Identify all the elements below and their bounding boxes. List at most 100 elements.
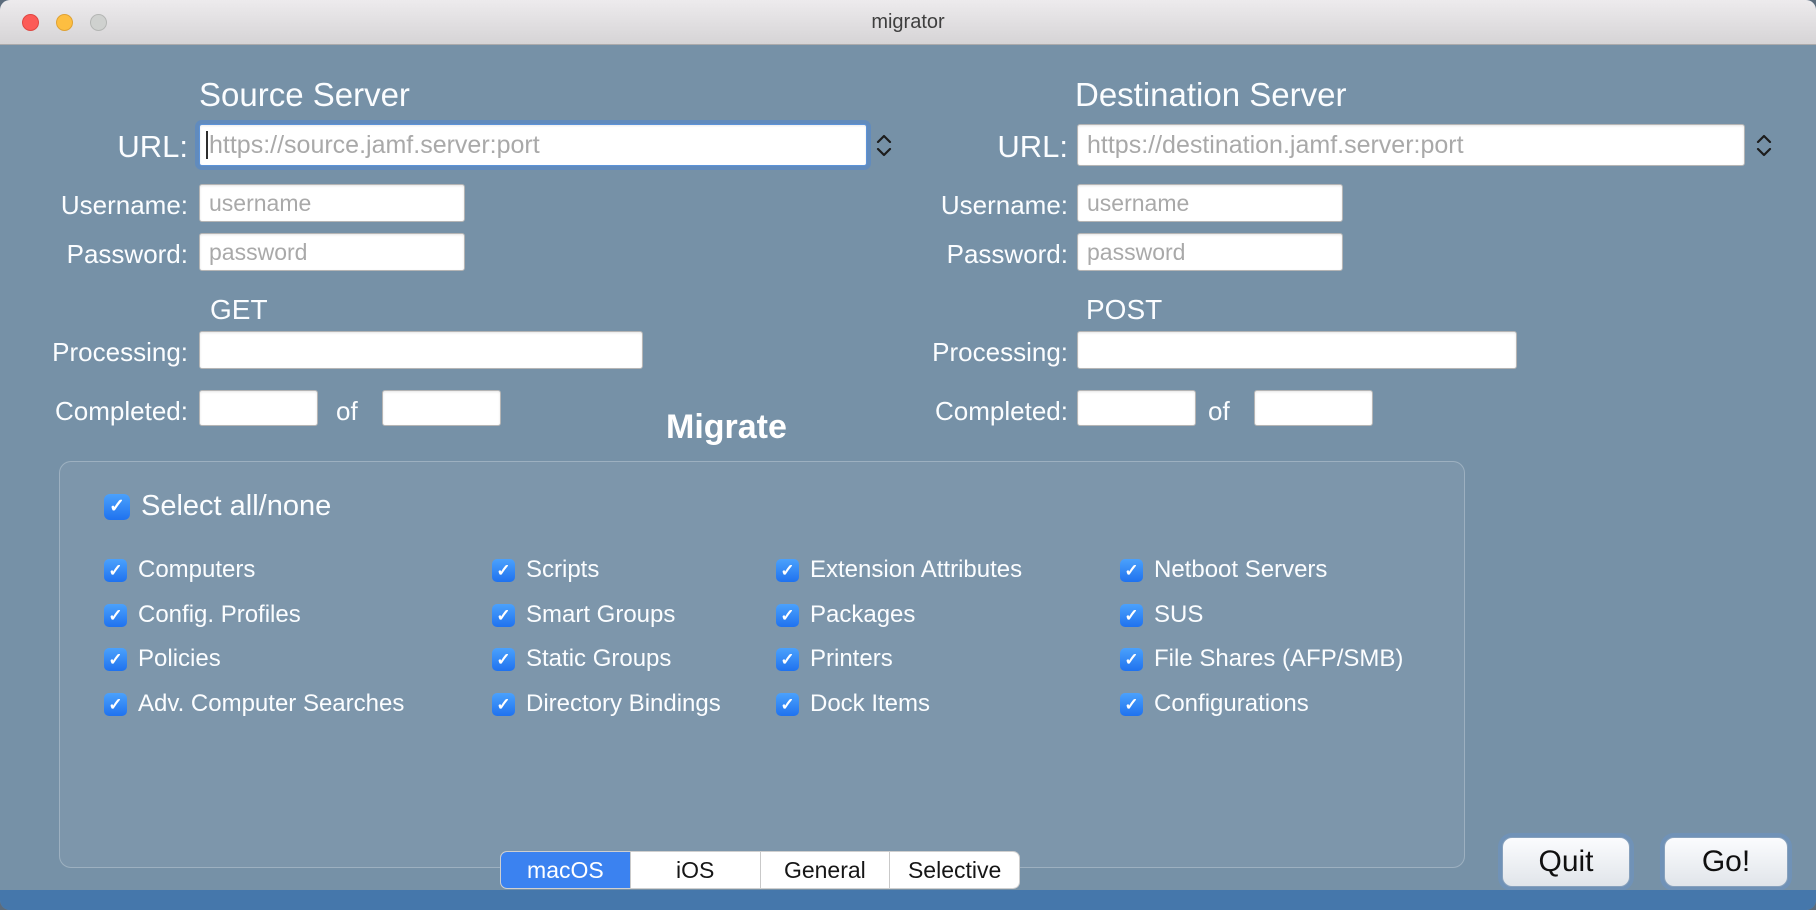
checkbox-directory-bindings[interactable]: ✓ Directory Bindings xyxy=(492,690,721,718)
source-processing-input[interactable] xyxy=(199,331,643,369)
checkbox-icon: ✓ xyxy=(492,559,515,582)
checkbox-sus[interactable]: ✓ SUS xyxy=(1120,601,1203,629)
checkbox-label: Netboot Servers xyxy=(1154,556,1327,584)
checkbox-configurations[interactable]: ✓ Configurations xyxy=(1120,690,1309,718)
destination-url-input[interactable] xyxy=(1077,124,1745,166)
source-username-label: Username: xyxy=(20,190,188,221)
checkbox-icon: ✓ xyxy=(492,693,515,716)
titlebar: migrator xyxy=(0,0,1816,45)
migrate-title: Migrate xyxy=(666,408,787,447)
quit-button[interactable]: Quit xyxy=(1502,837,1630,887)
checkbox-icon: ✓ xyxy=(104,604,127,627)
checkbox-dock-items[interactable]: ✓ Dock Items xyxy=(776,690,930,718)
checkbox-select-all[interactable]: ✓ Select all/none xyxy=(104,490,331,523)
checkbox-icon: ✓ xyxy=(104,559,127,582)
source-url-input[interactable] xyxy=(199,124,867,166)
checkbox-config-profiles[interactable]: ✓ Config. Profiles xyxy=(104,601,301,629)
source-total-input[interactable] xyxy=(382,390,501,426)
checkbox-icon: ✓ xyxy=(104,693,127,716)
checkbox-label: Configurations xyxy=(1154,690,1309,718)
destination-username-label: Username: xyxy=(900,190,1068,221)
checkbox-icon: ✓ xyxy=(776,559,799,582)
chevron-up-icon xyxy=(1756,134,1772,143)
source-server-heading: Source Server xyxy=(199,76,410,114)
checkbox-label: Packages xyxy=(810,601,915,629)
destination-completed-input[interactable] xyxy=(1077,390,1196,426)
check-icon: ✓ xyxy=(1124,562,1138,579)
destination-total-input[interactable] xyxy=(1254,390,1373,426)
checkbox-label: Printers xyxy=(810,645,893,673)
checkbox-file-shares[interactable]: ✓ File Shares (AFP/SMB) xyxy=(1120,645,1403,673)
source-completed-label: Completed: xyxy=(20,396,188,427)
checkbox-label: Config. Profiles xyxy=(138,601,301,629)
tab-ios[interactable]: iOS xyxy=(630,852,760,888)
checkbox-label: Smart Groups xyxy=(526,601,675,629)
source-url-stepper[interactable] xyxy=(872,126,896,164)
bottom-strip xyxy=(0,890,1816,910)
check-icon: ✓ xyxy=(108,696,122,713)
source-processing-label: Processing: xyxy=(20,337,188,368)
source-method-label: GET xyxy=(210,294,268,326)
check-icon: ✓ xyxy=(108,651,122,668)
checkbox-label: Computers xyxy=(138,556,255,584)
checkbox-icon: ✓ xyxy=(492,648,515,671)
destination-password-input[interactable] xyxy=(1077,233,1343,271)
checkbox-icon: ✓ xyxy=(1120,604,1143,627)
destination-username-input[interactable] xyxy=(1077,184,1343,222)
checkbox-label: Directory Bindings xyxy=(526,690,721,718)
check-icon: ✓ xyxy=(496,651,510,668)
checkbox-icon: ✓ xyxy=(1120,559,1143,582)
chevron-up-icon xyxy=(876,134,892,143)
destination-processing-label: Processing: xyxy=(900,337,1068,368)
checkbox-icon: ✓ xyxy=(104,494,130,520)
source-password-label: Password: xyxy=(20,239,188,270)
checkbox-icon: ✓ xyxy=(776,693,799,716)
destination-url-label: URL: xyxy=(900,129,1068,165)
source-url-label: URL: xyxy=(20,129,188,165)
destination-completed-label: Completed: xyxy=(900,396,1068,427)
text-cursor xyxy=(206,131,208,159)
check-icon: ✓ xyxy=(108,607,122,624)
tab-general[interactable]: General xyxy=(760,852,890,888)
check-icon: ✓ xyxy=(780,607,794,624)
checkbox-icon: ✓ xyxy=(1120,693,1143,716)
checkbox-netboot-servers[interactable]: ✓ Netboot Servers xyxy=(1120,556,1327,584)
checkbox-printers[interactable]: ✓ Printers xyxy=(776,645,893,673)
source-completed-input[interactable] xyxy=(199,390,318,426)
checkbox-icon: ✓ xyxy=(1120,648,1143,671)
checkbox-smart-groups[interactable]: ✓ Smart Groups xyxy=(492,601,675,629)
checkbox-label: File Shares (AFP/SMB) xyxy=(1154,645,1403,673)
checkbox-icon: ✓ xyxy=(776,648,799,671)
destination-processing-input[interactable] xyxy=(1077,331,1517,369)
source-password-input[interactable] xyxy=(199,233,465,271)
destination-method-label: POST xyxy=(1086,294,1162,326)
check-icon: ✓ xyxy=(1124,696,1138,713)
tab-macos[interactable]: macOS xyxy=(501,852,630,888)
go-button[interactable]: Go! xyxy=(1664,837,1788,887)
checkbox-label: SUS xyxy=(1154,601,1203,629)
destination-server-heading: Destination Server xyxy=(1075,76,1346,114)
checkbox-static-groups[interactable]: ✓ Static Groups xyxy=(492,645,671,673)
checkbox-label: Extension Attributes xyxy=(810,556,1022,584)
migrator-window: migrator Source Server Destination Serve… xyxy=(0,0,1816,910)
checkbox-label: Dock Items xyxy=(810,690,930,718)
source-username-input[interactable] xyxy=(199,184,465,222)
chevron-down-icon xyxy=(876,148,892,157)
checkbox-adv-computer-searches[interactable]: ✓ Adv. Computer Searches xyxy=(104,690,404,718)
checkbox-policies[interactable]: ✓ Policies xyxy=(104,645,221,673)
check-icon: ✓ xyxy=(780,651,794,668)
check-icon: ✓ xyxy=(496,607,510,624)
tab-selective[interactable]: Selective xyxy=(889,852,1019,888)
checkbox-computers[interactable]: ✓ Computers xyxy=(104,556,255,584)
chevron-down-icon xyxy=(1756,148,1772,157)
checkbox-icon: ✓ xyxy=(104,648,127,671)
source-of-label: of xyxy=(336,396,358,427)
check-icon: ✓ xyxy=(1124,651,1138,668)
check-icon: ✓ xyxy=(780,696,794,713)
checkbox-extension-attributes[interactable]: ✓ Extension Attributes xyxy=(776,556,1022,584)
checkbox-scripts[interactable]: ✓ Scripts xyxy=(492,556,599,584)
check-icon: ✓ xyxy=(1124,607,1138,624)
checkbox-packages[interactable]: ✓ Packages xyxy=(776,601,915,629)
destination-password-label: Password: xyxy=(900,239,1068,270)
destination-url-stepper[interactable] xyxy=(1752,126,1776,164)
